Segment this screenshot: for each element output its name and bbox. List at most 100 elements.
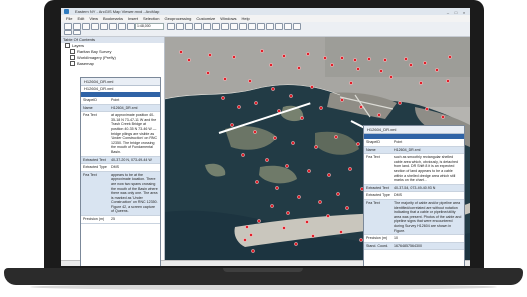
survey-point-marker[interactable] [241,153,245,157]
survey-point-marker[interactable] [275,186,279,190]
survey-point-marker[interactable] [248,79,252,83]
menu-view[interactable]: View [89,16,98,21]
survey-point-marker[interactable] [245,225,249,229]
survey-point-marker[interactable] [446,79,450,83]
survey-point-marker[interactable] [285,164,289,168]
checkbox-icon[interactable] [70,49,75,55]
survey-point-marker[interactable] [345,206,349,210]
survey-point-marker[interactable] [356,67,360,71]
survey-point-marker[interactable] [243,238,247,242]
survey-point-marker[interactable] [187,58,191,62]
survey-point-marker[interactable] [377,113,381,117]
survey-point-marker[interactable] [282,54,286,58]
survey-point-marker[interactable] [255,180,259,184]
survey-point-marker[interactable] [305,220,309,224]
survey-point-marker[interactable] [289,94,293,98]
survey-point-marker[interactable] [237,105,241,109]
menu-windows[interactable]: Windows [220,16,236,21]
paste-icon[interactable] [118,23,126,30]
survey-point-marker[interactable] [448,55,452,59]
survey-point-marker[interactable] [323,56,327,60]
fixed-zoom-in-icon[interactable] [203,23,211,30]
map-scale-field[interactable]: 1:48,000 [135,23,164,30]
survey-point-marker[interactable] [367,57,371,61]
survey-point-marker[interactable] [179,50,183,54]
survey-point-marker[interactable] [441,115,445,119]
survey-point-marker[interactable] [340,98,344,102]
survey-point-marker[interactable] [383,58,387,62]
survey-point-marker[interactable] [223,77,227,81]
select-features-icon[interactable] [239,23,247,30]
survey-point-marker[interactable] [435,68,439,72]
survey-point-marker[interactable] [336,192,340,196]
survey-point-marker[interactable] [314,145,318,149]
identify-popup-right[interactable]: H12604_DR.xml ShapeID Point Name H12604_DR.… [363,125,465,266]
survey-point-marker[interactable] [257,219,261,223]
survey-point-marker[interactable] [265,158,269,162]
survey-point-marker[interactable] [297,66,301,70]
menu-help[interactable]: Help [242,16,250,21]
survey-point-marker[interactable] [254,101,258,105]
menu-insert[interactable]: Insert [128,16,138,21]
survey-point-marker[interactable] [297,195,301,199]
menu-customize[interactable]: Customize [196,16,215,21]
zoom-out-icon[interactable] [176,23,184,30]
print-icon[interactable] [91,23,99,30]
layer-dropdown[interactable] [73,30,81,35]
survey-point-marker[interactable] [319,106,323,110]
survey-point-marker[interactable] [251,249,255,253]
survey-point-marker[interactable] [398,101,402,105]
survey-point-marker[interactable] [273,136,277,140]
html-popup-icon[interactable] [284,23,292,30]
pan-icon[interactable] [185,23,193,30]
survey-point-marker[interactable] [307,169,311,173]
time-slider-icon[interactable] [293,23,301,30]
identify-icon[interactable] [248,23,256,30]
delete-icon[interactable] [127,23,135,30]
survey-point-marker[interactable] [269,63,273,67]
survey-point-marker[interactable] [208,53,212,57]
survey-point-marker[interactable] [260,49,264,53]
menu-edit[interactable]: Edit [77,16,84,21]
survey-point-marker[interactable] [330,63,334,67]
survey-point-marker[interactable] [425,107,429,111]
survey-point-marker[interactable] [310,85,314,89]
survey-point-marker[interactable] [300,116,304,120]
identify-popup-left[interactable]: H12604_DR.xml H12604_DR.xml ShapeID Point… [80,77,161,266]
fixed-zoom-out-icon[interactable] [212,23,220,30]
survey-point-marker[interactable] [349,81,353,85]
survey-point-marker[interactable] [253,130,257,134]
survey-point-marker[interactable] [389,75,393,79]
forward-extent-icon[interactable] [230,23,238,30]
survey-point-marker[interactable] [271,87,275,91]
copy-icon[interactable] [109,23,117,30]
survey-point-marker[interactable] [340,56,344,60]
full-extent-icon[interactable] [194,23,202,30]
zoom-in-icon[interactable] [167,23,175,30]
menu-bookmarks[interactable]: Bookmarks [103,16,123,21]
survey-point-marker[interactable] [404,57,408,61]
menu-selection[interactable]: Selection [143,16,159,21]
survey-point-marker[interactable] [270,204,274,208]
survey-point-marker[interactable] [291,141,295,145]
survey-point-marker[interactable] [353,58,357,62]
save-icon[interactable] [82,23,90,30]
survey-point-marker[interactable] [359,105,363,109]
find-icon[interactable] [257,23,265,30]
menu-file[interactable]: File [66,16,72,21]
survey-point-marker[interactable] [206,71,210,75]
survey-point-marker[interactable] [326,214,330,218]
survey-point-marker[interactable] [318,200,322,204]
hyperlink-icon[interactable] [275,23,283,30]
measure-icon[interactable] [266,23,274,30]
cut-icon[interactable] [100,23,108,30]
survey-point-marker[interactable] [348,167,352,171]
toc-item-basemap[interactable]: Basemap [61,61,164,67]
survey-point-marker[interactable] [282,226,286,230]
survey-point-marker[interactable] [419,81,423,85]
checkbox-icon[interactable] [70,55,75,61]
survey-point-marker[interactable] [232,55,236,59]
survey-point-marker[interactable] [306,52,310,56]
survey-point-marker[interactable] [409,63,413,67]
survey-point-marker[interactable] [221,96,225,100]
